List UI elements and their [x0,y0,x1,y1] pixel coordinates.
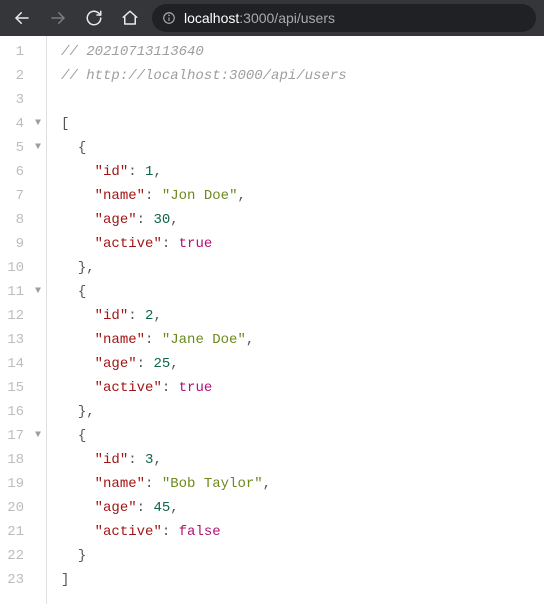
back-button[interactable] [8,4,36,32]
line-number: 5 [0,136,30,160]
line-number: 1 [0,40,30,64]
line-number: 23 [0,568,30,592]
json-viewer: 1 2 3 4▼ 5▼ 6 7 8 9 10 11▼ 12 13 14 15 1… [0,36,544,604]
json-key-active: active [103,236,153,252]
forward-button[interactable] [44,4,72,32]
json-value: Jane Doe [170,332,237,348]
array-close: ] [61,572,69,588]
json-value: true [179,236,213,252]
line-number: 21 [0,520,30,544]
json-value: Bob Taylor [170,476,254,492]
line-number: 9 [0,232,30,256]
code-content[interactable]: // 20210713113640 // http://localhost:30… [47,36,347,604]
arrow-left-icon [13,9,31,27]
line-number: 3 [0,88,30,112]
line-number: 15 [0,376,30,400]
line-number: 10 [0,256,30,280]
line-number: 11 [0,280,30,304]
object-close: }, [78,260,95,276]
line-number: 18 [0,448,30,472]
fold-toggle[interactable]: ▼ [30,280,46,304]
object-open: { [78,284,86,300]
fold-toggle[interactable]: ▼ [30,112,46,136]
json-value: 25 [153,356,170,372]
object-open: { [78,140,86,156]
json-key-id: id [103,308,120,324]
json-value: true [179,380,213,396]
json-key-name: name [103,188,137,204]
json-value: false [179,524,221,540]
json-key-name: name [103,476,137,492]
timestamp-comment: 20210713113640 [86,44,204,60]
line-number: 13 [0,328,30,352]
json-key-age: age [103,212,128,228]
line-number: 12 [0,304,30,328]
object-close: }, [78,404,95,420]
line-number: 8 [0,208,30,232]
url-text: localhost:3000/api/users [184,4,335,32]
browser-toolbar: localhost:3000/api/users [0,0,544,36]
json-key-name: name [103,332,137,348]
fold-toggle[interactable]: ▼ [30,424,46,448]
json-key-age: age [103,356,128,372]
line-number: 2 [0,64,30,88]
line-number: 20 [0,496,30,520]
json-value: 30 [153,212,170,228]
json-value: 45 [153,500,170,516]
url-comment: http://localhost:3000/api/users [86,68,346,84]
json-key-id: id [103,452,120,468]
object-open: { [78,428,86,444]
line-number: 16 [0,400,30,424]
line-gutter: 1 2 3 4▼ 5▼ 6 7 8 9 10 11▼ 12 13 14 15 1… [0,36,47,604]
home-icon [121,9,139,27]
info-icon [162,11,176,25]
url-bar[interactable]: localhost:3000/api/users [152,4,536,32]
home-button[interactable] [116,4,144,32]
line-number: 14 [0,352,30,376]
line-number: 17 [0,424,30,448]
arrow-right-icon [49,9,67,27]
line-number: 22 [0,544,30,568]
reload-icon [85,9,103,27]
json-key-age: age [103,500,128,516]
json-key-active: active [103,380,153,396]
json-value: Jon Doe [170,188,229,204]
line-number: 19 [0,472,30,496]
json-key-id: id [103,164,120,180]
line-number: 6 [0,160,30,184]
object-close: } [78,548,86,564]
line-number: 4 [0,112,30,136]
reload-button[interactable] [80,4,108,32]
json-key-active: active [103,524,153,540]
array-open: [ [61,116,69,132]
line-number: 7 [0,184,30,208]
fold-toggle[interactable]: ▼ [30,136,46,160]
